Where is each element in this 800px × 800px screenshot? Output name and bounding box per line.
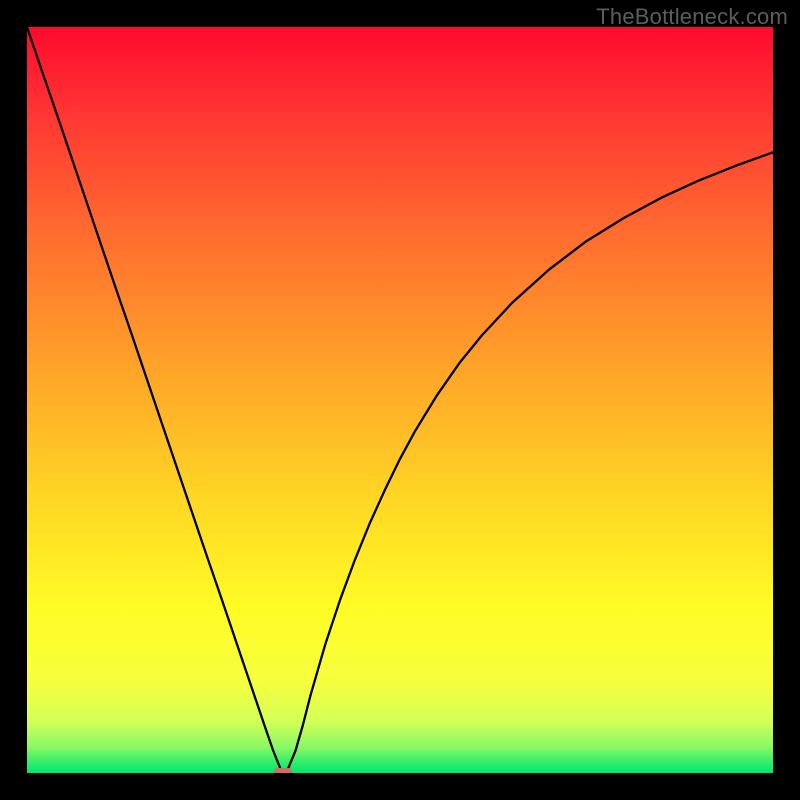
bottleneck-chart [27, 27, 773, 773]
chart-frame [27, 27, 773, 773]
watermark-text: TheBottleneck.com [596, 4, 788, 30]
optimal-marker [274, 768, 292, 773]
gradient-background [27, 27, 773, 773]
